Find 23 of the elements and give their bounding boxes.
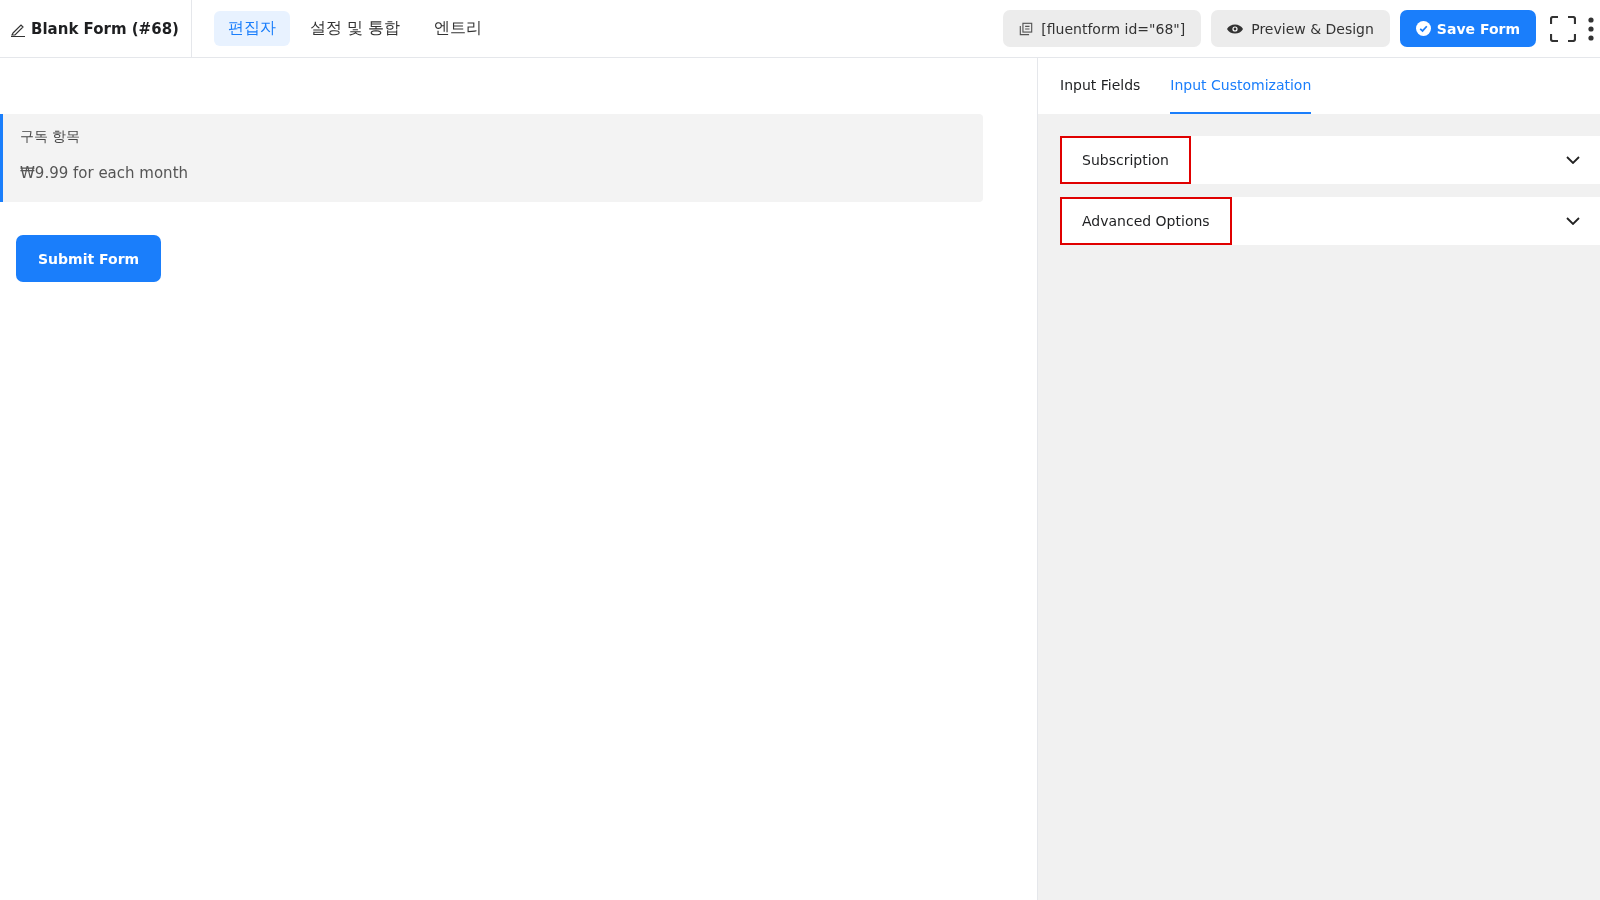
preview-design-button[interactable]: Preview & Design — [1211, 10, 1390, 47]
check-circle-icon — [1415, 21, 1431, 36]
more-options-icon[interactable] — [1588, 16, 1594, 41]
accordion-section[interactable]: Subscription — [1060, 136, 1600, 184]
panel-tab[interactable]: Input Customization — [1170, 58, 1312, 114]
nav-tab[interactable]: 엔트리 — [420, 11, 497, 46]
submit-form-button[interactable]: Submit Form — [16, 235, 162, 282]
accordion-section[interactable]: Advanced Options — [1060, 197, 1600, 245]
section-title: Advanced Options — [1060, 197, 1232, 245]
chevron-down-icon — [1566, 217, 1580, 225]
shortcode-button[interactable]: [fluentform id="68"] — [1003, 10, 1202, 47]
copy-icon — [1019, 21, 1034, 36]
save-form-button[interactable]: Save Form — [1399, 10, 1536, 47]
form-title: Blank Form (#68) — [31, 19, 179, 38]
panel-tab[interactable]: Input Fields — [1060, 58, 1141, 114]
fullscreen-icon[interactable] — [1550, 15, 1576, 42]
field-label: 구독 항목 — [20, 128, 82, 146]
nav-tab[interactable]: 설정 및 통합 — [295, 11, 415, 46]
price-text: ₩9.99 for each month — [20, 164, 190, 182]
eye-icon — [1227, 22, 1244, 35]
section-title: Subscription — [1060, 136, 1191, 184]
subscription-field[interactable]: 구독 항목 ₩9.99 for each month — [0, 114, 983, 202]
chevron-down-icon — [1566, 156, 1580, 164]
